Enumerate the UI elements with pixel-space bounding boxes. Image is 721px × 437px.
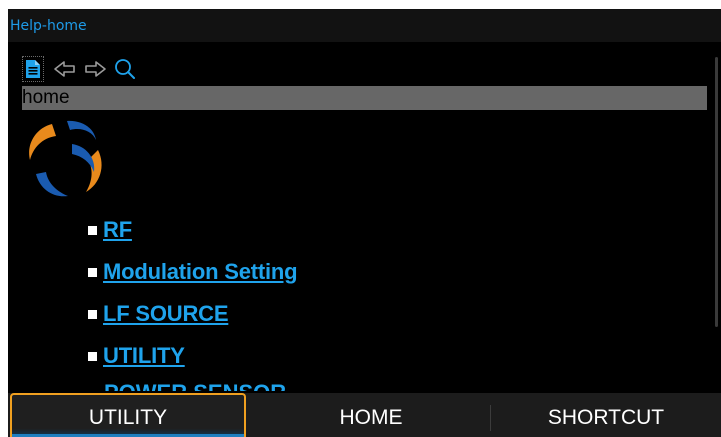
scrollbar[interactable] xyxy=(715,57,718,327)
softkey-utility[interactable]: UTILITY xyxy=(10,393,246,437)
list-item: Modulation Setting xyxy=(88,251,298,293)
softkey-shortcut-label: SHORTCUT xyxy=(547,406,665,429)
bullet xyxy=(88,267,97,277)
document-icon[interactable] xyxy=(22,56,44,82)
company-logo xyxy=(22,116,108,202)
bullet xyxy=(88,225,97,235)
link-rf[interactable]: RF xyxy=(103,217,132,243)
link-utility[interactable]: UTILITY xyxy=(103,343,185,369)
help-window: Help-home home RF Modulation Setting LF … xyxy=(8,9,721,437)
link-lf-source[interactable]: LF SOURCE xyxy=(103,301,229,327)
bullet xyxy=(88,351,97,361)
softkey-bar: UTILITY HOME SHORTCUT xyxy=(8,393,721,437)
bullet xyxy=(88,309,97,319)
link-modulation-setting[interactable]: Modulation Setting xyxy=(103,259,298,285)
forward-arrow-icon[interactable] xyxy=(82,56,108,82)
list-item: LF SOURCE xyxy=(88,293,297,335)
softkey-shortcut[interactable]: SHORTCUT xyxy=(491,393,721,437)
list-item: RF xyxy=(88,209,297,251)
help-toolbar xyxy=(22,55,138,83)
help-links-list: RF Modulation Setting LF SOURCE UTILITY xyxy=(88,209,298,377)
list-item: UTILITY xyxy=(88,335,297,377)
softkey-home-label: HOME xyxy=(339,406,403,429)
back-arrow-icon[interactable] xyxy=(52,56,78,82)
title-bar: Help-home xyxy=(8,9,721,42)
address-bar: home xyxy=(22,86,707,110)
softkey-home[interactable]: HOME xyxy=(253,393,489,437)
softkey-utility-label: UTILITY xyxy=(88,406,168,429)
link-power-sensor-partial[interactable]: POWER SENSOR xyxy=(104,379,286,391)
address-text: home xyxy=(22,87,70,108)
window-title: Help-home xyxy=(10,18,87,34)
search-icon[interactable] xyxy=(112,56,138,82)
